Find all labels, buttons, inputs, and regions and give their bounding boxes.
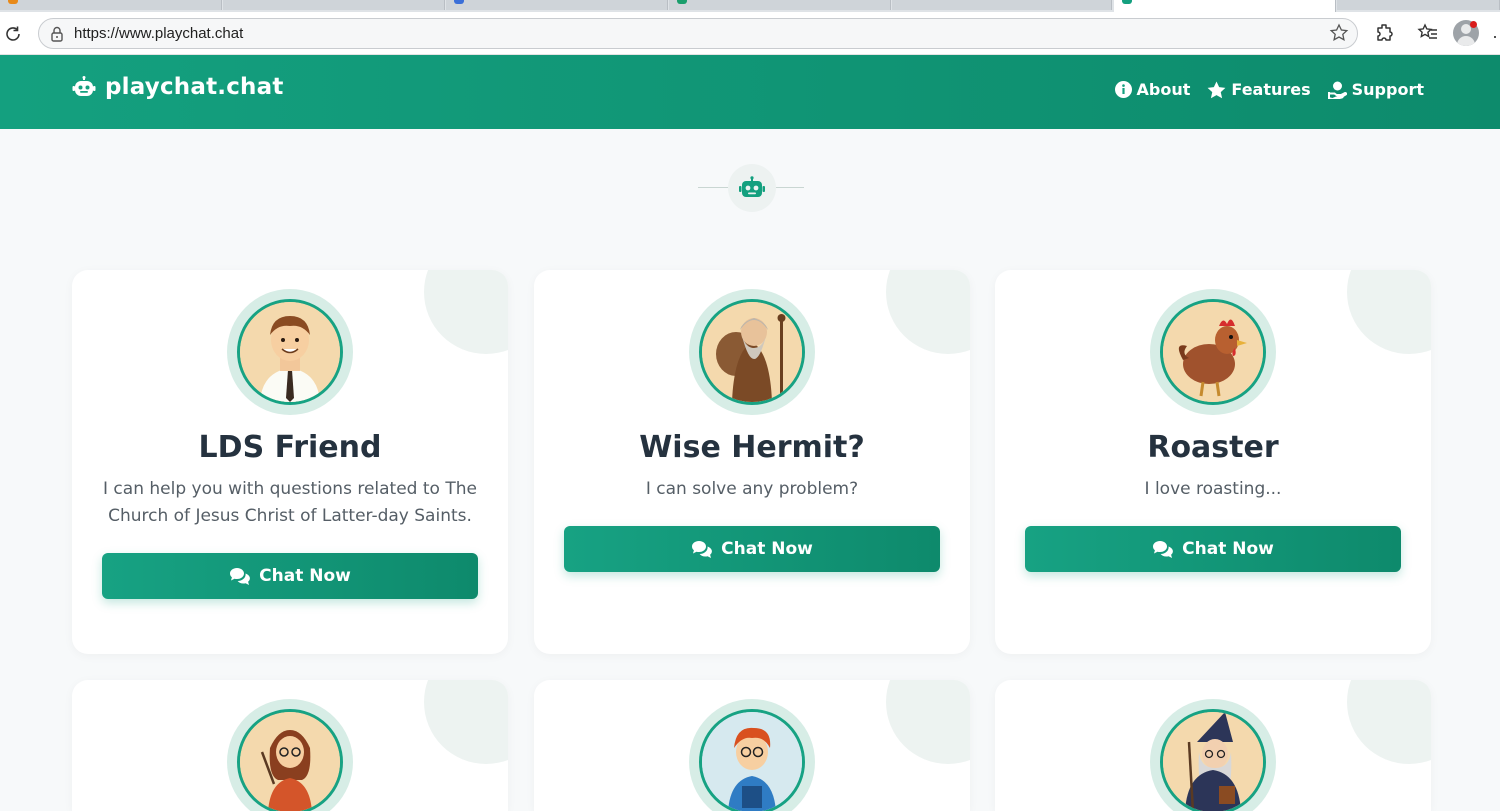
browser-tab[interactable] bbox=[0, 0, 222, 10]
character-card bbox=[534, 680, 970, 811]
browser-tab[interactable] bbox=[669, 0, 891, 10]
favorites-icon[interactable] bbox=[1416, 21, 1440, 45]
brand-logo[interactable]: playchat.chat bbox=[72, 74, 284, 100]
robot-icon bbox=[72, 76, 96, 96]
character-card bbox=[995, 680, 1431, 811]
avatar-ring bbox=[1150, 289, 1276, 415]
chat-bubbles-icon bbox=[1153, 541, 1174, 558]
avatar-ring bbox=[1150, 699, 1276, 811]
card-corner-decoration bbox=[424, 270, 508, 354]
robot-icon bbox=[739, 176, 765, 197]
chat-now-button[interactable]: Chat Now bbox=[564, 526, 940, 572]
avatar-ring bbox=[689, 699, 815, 811]
browser-tab-active[interactable] bbox=[1114, 0, 1336, 12]
card-corner-decoration bbox=[1347, 270, 1431, 354]
chat-bubbles-icon bbox=[230, 568, 251, 585]
browser-tab[interactable] bbox=[892, 0, 1112, 10]
reload-icon[interactable] bbox=[3, 24, 23, 44]
avatar bbox=[1160, 299, 1266, 405]
student-avatar-illustration bbox=[702, 712, 802, 811]
star-icon[interactable] bbox=[1329, 23, 1349, 43]
chat-now-button[interactable]: Chat Now bbox=[102, 553, 478, 599]
avatar bbox=[699, 299, 805, 405]
url-text[interactable]: https://www.playchat.chat bbox=[74, 25, 243, 42]
character-card: LDS Friend I can help you with questions… bbox=[72, 270, 508, 654]
divider-badge bbox=[728, 164, 776, 212]
card-title: Roaster bbox=[1147, 430, 1279, 465]
character-card: Roaster I love roasting... Chat Now bbox=[995, 270, 1431, 654]
support-icon bbox=[1327, 81, 1347, 99]
wizard-avatar-illustration bbox=[1163, 712, 1263, 811]
card-corner-decoration bbox=[1347, 680, 1431, 764]
chat-bubbles-icon bbox=[692, 541, 713, 558]
character-card bbox=[72, 680, 508, 811]
card-title: Wise Hermit? bbox=[639, 430, 865, 465]
card-description: I can solve any problem? bbox=[645, 479, 859, 499]
avatar bbox=[237, 709, 343, 811]
brand-name: playchat.chat bbox=[105, 74, 284, 100]
avatar-ring bbox=[689, 289, 815, 415]
browser-tab[interactable] bbox=[446, 0, 668, 10]
avatar bbox=[1160, 709, 1266, 811]
info-icon bbox=[1114, 81, 1132, 98]
nav-about-label: About bbox=[1136, 80, 1191, 99]
nav-about[interactable]: About bbox=[1114, 80, 1191, 99]
site-header: playchat.chat About Features Support bbox=[0, 55, 1500, 129]
nav-support[interactable]: Support bbox=[1327, 80, 1424, 99]
main-nav: About Features Support bbox=[1098, 80, 1424, 99]
nav-features-label: Features bbox=[1231, 80, 1311, 99]
browser-tab-strip bbox=[0, 0, 1500, 12]
divider-line bbox=[776, 187, 804, 188]
lock-icon[interactable] bbox=[49, 25, 65, 43]
card-corner-decoration bbox=[424, 680, 508, 764]
avatar bbox=[237, 299, 343, 405]
divider-line bbox=[698, 187, 728, 188]
more-icon[interactable]: · bbox=[1492, 27, 1498, 45]
card-description: I can help you with questions related to… bbox=[103, 479, 477, 526]
character-card: Wise Hermit? I can solve any problem? Ch… bbox=[534, 270, 970, 654]
browser-tab[interactable] bbox=[1337, 0, 1500, 10]
chat-now-label: Chat Now bbox=[259, 566, 351, 586]
card-title: LDS Friend bbox=[198, 430, 382, 465]
card-corner-decoration bbox=[886, 680, 970, 764]
notification-dot bbox=[1470, 21, 1477, 28]
rooster-avatar-illustration bbox=[1163, 302, 1263, 402]
boy-avatar-illustration bbox=[240, 302, 340, 402]
star-icon bbox=[1208, 80, 1226, 98]
extensions-icon[interactable] bbox=[1373, 21, 1397, 45]
avatar-ring bbox=[227, 289, 353, 415]
chat-now-label: Chat Now bbox=[1182, 539, 1274, 559]
card-corner-decoration bbox=[886, 270, 970, 354]
nav-support-label: Support bbox=[1351, 80, 1424, 99]
card-description: I love roasting... bbox=[1144, 479, 1282, 499]
chat-now-label: Chat Now bbox=[721, 539, 813, 559]
browser-tab[interactable] bbox=[223, 0, 445, 10]
avatar-ring bbox=[227, 699, 353, 811]
nav-features[interactable]: Features bbox=[1207, 80, 1311, 99]
browser-toolbar: https://www.playchat.chat · bbox=[0, 12, 1500, 55]
teacher-avatar-illustration bbox=[240, 712, 340, 811]
address-bar[interactable]: https://www.playchat.chat bbox=[38, 18, 1358, 49]
hermit-avatar-illustration bbox=[702, 302, 802, 402]
chat-now-button[interactable]: Chat Now bbox=[1025, 526, 1401, 572]
avatar bbox=[699, 709, 805, 811]
